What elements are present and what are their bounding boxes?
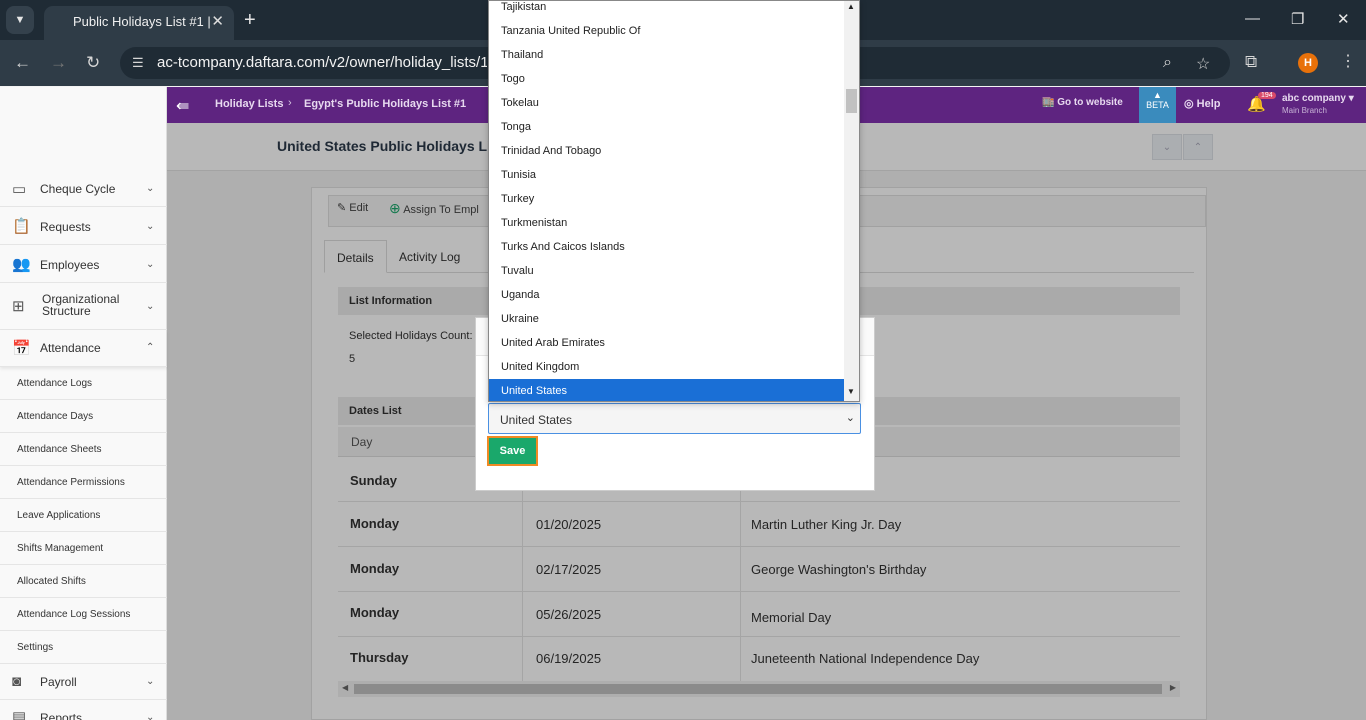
chevron-down-icon: ⌄ bbox=[146, 712, 155, 720]
country-select-value: United States bbox=[500, 413, 573, 427]
sidebar-item-cheque-cycle[interactable]: ▭ Cheque Cycle ⌄ bbox=[0, 171, 167, 207]
sidebar-item-organizational-structure[interactable]: ⊞ Organizational Structure ⌄ bbox=[0, 283, 167, 330]
go-to-website-link[interactable]: 🏬 Go to website bbox=[1042, 97, 1123, 108]
url-text: ac-tcompany.daftara.com/v2/owner/holiday… bbox=[157, 54, 487, 71]
extensions-icon[interactable]: ⧉ bbox=[1245, 52, 1257, 72]
dropdown-option[interactable]: Thailand bbox=[489, 43, 844, 67]
chevron-down-icon: ⌄ bbox=[146, 183, 155, 194]
browser-tab-active[interactable]: Public Holidays List #1 | ✕ bbox=[44, 6, 234, 40]
sidebar-subitem-leave-applications[interactable]: Leave Applications bbox=[0, 499, 167, 532]
sidebar-item-label: Cheque Cycle bbox=[40, 182, 116, 196]
close-icon[interactable]: ✕ bbox=[211, 12, 224, 30]
country-dropdown-list: Tajikistan Tanzania United Republic Of T… bbox=[488, 0, 860, 402]
company-name: abc company bbox=[1282, 93, 1346, 104]
dropdown-option[interactable]: Tanzania United Republic Of bbox=[489, 19, 844, 43]
beta-label: BETA bbox=[1146, 100, 1169, 110]
company-menu[interactable]: abc company ▾ bbox=[1282, 93, 1354, 104]
site-settings-icon[interactable]: ☰ bbox=[132, 55, 144, 71]
plus-icon[interactable]: + bbox=[244, 9, 256, 32]
save-button[interactable]: Save bbox=[487, 436, 538, 466]
dropdown-option[interactable]: Togo bbox=[489, 67, 844, 91]
dropdown-option[interactable]: Tokelau bbox=[489, 91, 844, 115]
sidebar-subitem-attendance-days[interactable]: Attendance Days bbox=[0, 400, 167, 433]
dropdown-option[interactable]: Tuvalu bbox=[489, 259, 844, 283]
clipboard-icon: 📋 bbox=[12, 218, 31, 235]
dropdown-scrollbar-thumb[interactable] bbox=[846, 89, 857, 113]
scroll-down-icon[interactable]: ▼ bbox=[847, 387, 855, 396]
dropdown-option[interactable]: United Arab Emirates bbox=[489, 331, 844, 355]
hierarchy-icon: ⊞ bbox=[12, 298, 25, 315]
reports-icon: ▤ bbox=[12, 709, 27, 720]
dropdown-option[interactable]: Turks And Caicos Islands bbox=[489, 235, 844, 259]
sidebar-subitem-settings[interactable]: Settings bbox=[0, 631, 167, 664]
zoom-icon[interactable]: ⌕ bbox=[1163, 54, 1172, 72]
sidebar-item-label: Payroll bbox=[40, 675, 77, 689]
beta-badge[interactable]: ▲ BETA bbox=[1139, 87, 1176, 123]
chevron-down-icon: ⌄ bbox=[146, 259, 155, 270]
dropdown-option[interactable]: Turkmenistan bbox=[489, 211, 844, 235]
more-menu-icon[interactable]: ⋮ bbox=[1340, 51, 1356, 71]
dropdown-option[interactable]: Ukraine bbox=[489, 307, 844, 331]
rocket-icon: ▲ bbox=[1153, 90, 1162, 100]
forward-arrow-icon[interactable]: → bbox=[50, 53, 67, 73]
sidebar-item-label: Reports bbox=[40, 711, 83, 720]
sidebar-subitem-shifts-management[interactable]: Shifts Management bbox=[0, 532, 167, 565]
dropdown-scrollbar[interactable]: ▲ ▼ bbox=[844, 1, 859, 401]
sidebar-item-attendance[interactable]: 📅 Attendance ⌃ bbox=[0, 330, 167, 367]
help-label: Help bbox=[1196, 98, 1221, 110]
sidebar-item-label: Employees bbox=[40, 258, 100, 272]
go-to-website-label: Go to website bbox=[1057, 97, 1123, 108]
tab-search-button[interactable]: ▼ bbox=[6, 6, 34, 34]
dropdown-option[interactable]: Uganda bbox=[489, 283, 844, 307]
dropdown-option[interactable]: Tonga bbox=[489, 115, 844, 139]
sidebar-item-label: Attendance bbox=[40, 341, 101, 355]
money-icon: ◙ bbox=[12, 673, 22, 690]
star-icon[interactable]: ☆ bbox=[1196, 54, 1210, 74]
calendar-icon: 📅 bbox=[12, 340, 31, 357]
breadcrumb-separator: › bbox=[288, 97, 292, 109]
dropdown-option[interactable]: Trinidad And Tobago bbox=[489, 139, 844, 163]
sidebar-subitem-attendance-sheets[interactable]: Attendance Sheets bbox=[0, 433, 167, 466]
profile-avatar[interactable]: H bbox=[1298, 53, 1318, 73]
minimize-icon[interactable]: — bbox=[1245, 10, 1260, 27]
country-select[interactable]: United States ⌄ bbox=[488, 403, 861, 434]
sidebar-item-payroll[interactable]: ◙ Payroll ⌄ bbox=[0, 664, 167, 700]
help-link[interactable]: ◎ Help bbox=[1184, 97, 1221, 110]
users-icon: 👥 bbox=[12, 256, 31, 273]
breadcrumb-holiday-lists[interactable]: Holiday Lists bbox=[215, 98, 283, 110]
dropdown-option-selected[interactable]: United States bbox=[489, 379, 844, 401]
dropdown-option[interactable]: Turkey bbox=[489, 187, 844, 211]
dropdown-option[interactable]: Tunisia bbox=[489, 163, 844, 187]
chevron-down-icon: ⌄ bbox=[146, 676, 155, 687]
sidebar-subitem-attendance-permissions[interactable]: Attendance Permissions bbox=[0, 466, 167, 499]
dropdown-option[interactable]: Tajikistan bbox=[489, 1, 844, 19]
chevron-down-icon: ⌄ bbox=[845, 412, 855, 424]
sidebar-item-requests[interactable]: 📋 Requests ⌄ bbox=[0, 207, 167, 245]
breadcrumb-current[interactable]: Egypt's Public Holidays List #1 bbox=[304, 98, 466, 110]
chevron-down-icon: ⌄ bbox=[146, 221, 155, 232]
sidebar-subitem-attendance-logs[interactable]: Attendance Logs bbox=[0, 367, 167, 400]
branch-name: Main Branch bbox=[1282, 106, 1327, 115]
notification-count: 194 bbox=[1258, 92, 1276, 99]
cheque-icon: ▭ bbox=[12, 181, 27, 198]
back-arrow-icon[interactable]: ← bbox=[14, 53, 31, 73]
menu-collapse-icon[interactable]: ⇚ bbox=[176, 96, 189, 116]
sidebar-subitem-attendance-log-sessions[interactable]: Attendance Log Sessions bbox=[0, 598, 167, 631]
sidebar-item-reports[interactable]: ▤ Reports ⌄ bbox=[0, 700, 167, 720]
reload-icon[interactable]: ↻ bbox=[86, 53, 100, 73]
sidebar-item-employees[interactable]: 👥 Employees ⌄ bbox=[0, 245, 167, 283]
dropdown-option[interactable]: United Kingdom bbox=[489, 355, 844, 379]
restore-icon[interactable]: ❐ bbox=[1291, 10, 1304, 28]
close-window-icon[interactable]: ✕ bbox=[1337, 10, 1350, 28]
chevron-down-icon: ⌄ bbox=[146, 301, 155, 312]
tab-title: Public Holidays List #1 | bbox=[73, 14, 211, 29]
sidebar-item-label: Organizational Structure bbox=[42, 292, 120, 318]
chevron-up-icon: ⌃ bbox=[146, 342, 155, 353]
scroll-up-icon[interactable]: ▲ bbox=[847, 2, 855, 11]
sidebar-subitem-allocated-shifts[interactable]: Allocated Shifts bbox=[0, 565, 167, 598]
sidebar-item-label: Requests bbox=[40, 220, 91, 234]
